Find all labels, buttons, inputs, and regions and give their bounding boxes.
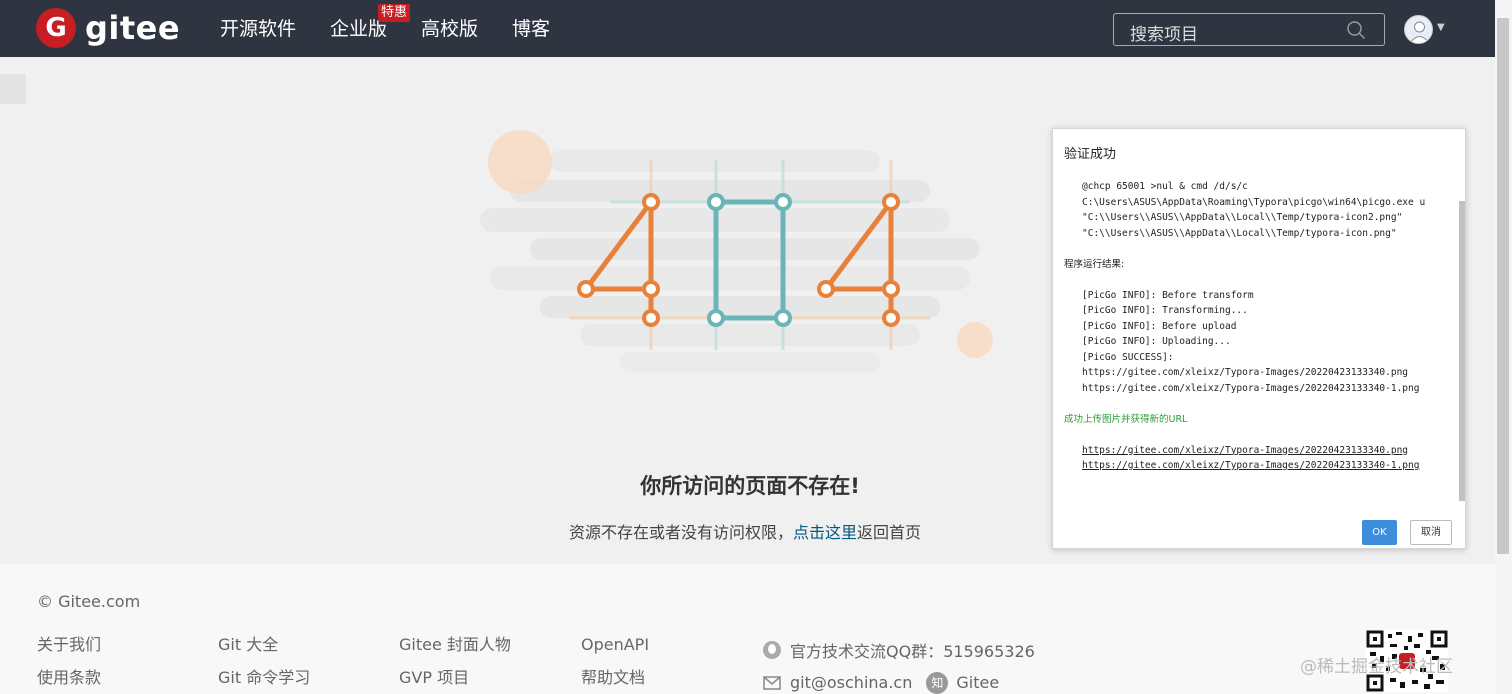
page-footer: © Gitee.com 关于我们 使用条款 Git 大全 Git 命令学习 Gi… — [0, 564, 1495, 694]
qq-group-row: 官方技术交流QQ群：515965326 — [762, 633, 1035, 666]
nav-enterprise[interactable]: 企业版 特惠 — [330, 4, 411, 41]
cmd-line: C:\Users\ASUS\AppData\Roaming\Typora\pic… — [1082, 196, 1426, 208]
footer-column: OpenAPI 帮助文档 — [581, 636, 649, 694]
back-home-link[interactable]: 点击这里 — [793, 523, 857, 542]
mail-icon — [763, 675, 781, 690]
log-line: [PicGo INFO]: Before upload — [1082, 320, 1237, 332]
nav-open-source-label: 开源软件 — [220, 18, 297, 40]
footer-link-git-learn[interactable]: Git 命令学习 — [218, 669, 310, 694]
result-url[interactable]: https://gitee.com/xleixz/Typora-Images/2… — [1064, 443, 1456, 459]
footer-column: Gitee 封面人物 GVP 项目 — [399, 636, 511, 694]
log-line: [PicGo INFO]: Uploading... — [1082, 336, 1231, 347]
404-label: 404 — [470, 120, 472, 121]
cmd-line: "C:\\Users\\ASUS\\AppData\\Local\\Temp/t… — [1082, 212, 1403, 223]
nav-education[interactable]: 高校版 — [421, 14, 478, 41]
top-navbar: G gitee 开源软件 企业版 特惠 高校版 博客 搜索项目 ▼ — [0, 0, 1495, 57]
qq-icon — [763, 640, 781, 659]
chevron-down-icon[interactable]: ▼ — [1437, 22, 1445, 33]
log-line: [PicGo SUCCESS]: — [1082, 351, 1174, 363]
main-nav: 开源软件 企业版 特惠 高校版 博客 — [220, 4, 550, 41]
footer-link-gvp[interactable]: GVP 项目 — [399, 669, 511, 694]
error-subtitle: 资源不存在或者没有访问权限，点击这里返回首页 — [480, 519, 1010, 543]
cmd-line: "C:\\Users\\ASUS\\AppData\\Local\\Temp/t… — [1082, 227, 1397, 239]
footer-link-cover-people[interactable]: Gitee 封面人物 — [399, 636, 511, 669]
result-label: 程序运行结果: — [1064, 258, 1125, 270]
404-illustration: 404 — [470, 120, 993, 372]
nav-open-source[interactable]: 开源软件 — [220, 14, 296, 41]
gitee-logo-text: gitee — [85, 9, 181, 47]
footer-column: 关于我们 使用条款 — [37, 636, 101, 694]
upload-result-dialog: 验证成功 @chcp 65001 >nul & cmd /d/s/c C:\Us… — [1052, 128, 1466, 549]
log-line: https://gitee.com/xleixz/Typora-Images/2… — [1082, 367, 1409, 378]
placeholder-block — [0, 74, 26, 104]
copyright: © Gitee.com — [37, 592, 141, 611]
dialog-scrollbar[interactable] — [1459, 201, 1465, 501]
error-title: 你所访问的页面不存在! — [640, 474, 860, 498]
footer-column: Git 大全 Git 命令学习 — [218, 636, 310, 694]
nav-blog-label: 博客 — [512, 18, 551, 40]
avatar-icon — [1409, 21, 1430, 43]
footer-link-terms[interactable]: 使用条款 — [37, 669, 101, 694]
error-subtitle-text: 资源不存在或者没有访问权限， — [568, 523, 793, 542]
page-scrollbar-thumb[interactable] — [1497, 18, 1509, 554]
zhihu-icon[interactable]: 知 — [926, 671, 949, 694]
result-url[interactable]: https://gitee.com/xleixz/Typora-Images/2… — [1064, 458, 1456, 474]
log-line: https://gitee.com/xleixz/Typora-Images/2… — [1082, 382, 1420, 394]
search-placeholder: 搜索项目 — [1130, 25, 1198, 45]
zhihu-label[interactable]: Gitee — [956, 673, 999, 692]
dialog-body: @chcp 65001 >nul & cmd /d/s/c C:\Users\A… — [1064, 179, 1456, 509]
promo-badge: 特惠 — [378, 4, 411, 22]
qq-group-text: 官方技术交流QQ群：515965326 — [790, 641, 1035, 661]
search-icon[interactable] — [1346, 20, 1366, 40]
footer-link-openapi[interactable]: OpenAPI — [581, 636, 649, 669]
cancel-button[interactable]: 取消 — [1410, 520, 1452, 545]
footer-link-git-guide[interactable]: Git 大全 — [218, 636, 310, 669]
watermark-text: @稀土掘金技术社区 — [1300, 657, 1453, 677]
ok-button[interactable]: OK — [1362, 520, 1397, 545]
error-subtitle-tail: 返回首页 — [857, 523, 922, 542]
gitee-logo[interactable]: G gitee — [36, 7, 180, 49]
footer-link-help[interactable]: 帮助文档 — [581, 669, 649, 694]
nav-blog[interactable]: 博客 — [512, 14, 550, 41]
dialog-title: 验证成功 — [1064, 147, 1117, 162]
search-input[interactable]: 搜索项目 — [1113, 13, 1385, 46]
footer-contact: 官方技术交流QQ群：515965326 git@oschina.cn 知 Git… — [762, 633, 1035, 694]
email-text[interactable]: git@oschina.cn — [790, 673, 912, 692]
nav-education-label: 高校版 — [421, 18, 479, 40]
success-label: 成功上传图片并获得新的URL — [1064, 413, 1188, 425]
footer-link-about[interactable]: 关于我们 — [37, 636, 101, 669]
log-line: [PicGo INFO]: Transforming... — [1082, 305, 1248, 316]
cmd-line: @chcp 65001 >nul & cmd /d/s/c — [1082, 181, 1248, 192]
user-avatar[interactable] — [1404, 15, 1433, 44]
email-row: git@oschina.cn 知 Gitee — [762, 666, 1035, 694]
log-line: [PicGo INFO]: Before transform — [1082, 289, 1254, 301]
gitee-logo-mark: G — [36, 8, 76, 48]
